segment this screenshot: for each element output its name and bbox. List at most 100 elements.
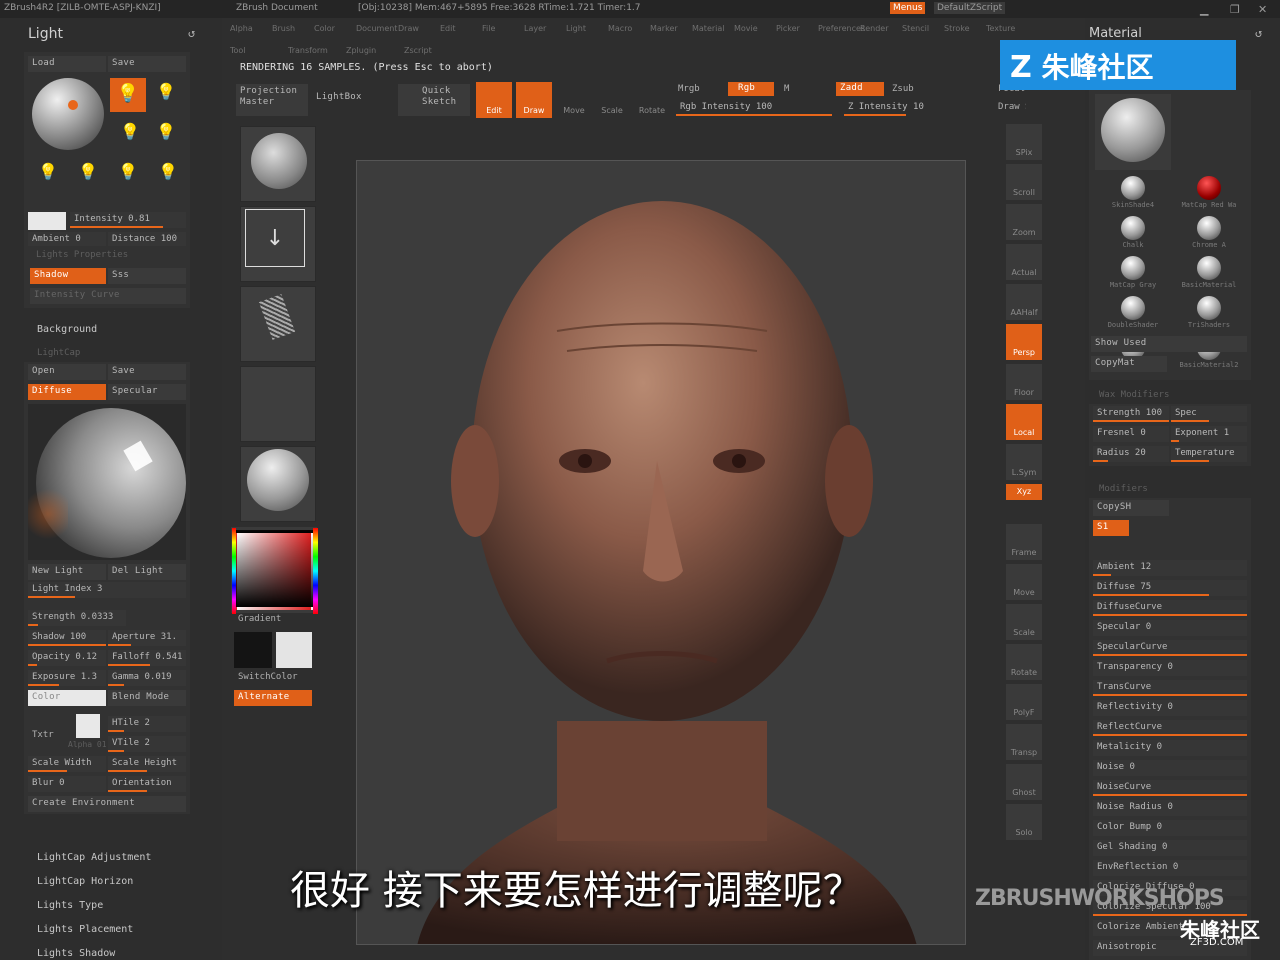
gradient-label[interactable]: Gradient	[238, 614, 281, 624]
rotate-button[interactable]: Rotate	[634, 82, 670, 118]
aperture-slider[interactable]: Aperture 31.	[108, 630, 186, 646]
modifier-color-bump-0-slider[interactable]: Color Bump 0	[1093, 820, 1247, 836]
material-item[interactable]: TriShaders	[1171, 294, 1247, 332]
move-button[interactable]: Move	[556, 82, 592, 118]
menu-preferences[interactable]: Preferences	[818, 24, 865, 33]
current-material-preview[interactable]	[1095, 94, 1171, 170]
tool-lsym-button[interactable]: L.Sym	[1006, 444, 1042, 480]
exposure-slider[interactable]: Exposure 1.3	[28, 670, 106, 686]
menu-material[interactable]: Material	[692, 24, 725, 33]
lights-properties-title[interactable]: Lights Properties	[36, 250, 128, 260]
light-bulb-2-icon[interactable]: 💡	[156, 82, 176, 101]
switchcolor-button[interactable]: SwitchColor	[238, 672, 298, 682]
light-intensity-slider[interactable]: Intensity 0.81	[70, 212, 186, 228]
strength-slider[interactable]: Strength 0.0333	[28, 610, 126, 626]
light-bulb-4-icon[interactable]: 💡	[156, 122, 176, 141]
lightcap-color-swatch[interactable]: Color	[28, 690, 106, 706]
modifier-specular-0-slider[interactable]: Specular 0	[1093, 620, 1247, 636]
zsub-button[interactable]: Zsub	[892, 84, 914, 94]
menu-file[interactable]: File	[482, 24, 495, 33]
tool-persp-button[interactable]: Persp	[1006, 324, 1042, 360]
m-button[interactable]: M	[784, 84, 789, 94]
tool-scale-button[interactable]: Scale	[1006, 604, 1042, 640]
scale-height-slider[interactable]: Scale Height	[108, 756, 186, 772]
modifier-noise-0-slider[interactable]: Noise 0	[1093, 760, 1247, 776]
sss-toggle[interactable]: Sss	[108, 268, 186, 284]
wax-spec-slider[interactable]: Spec	[1171, 406, 1247, 422]
texture-thumbnail[interactable]	[240, 366, 316, 442]
menu-transform[interactable]: Transform	[288, 46, 328, 55]
shadow-slider[interactable]: Shadow 100	[28, 630, 106, 646]
edit-button[interactable]: Edit	[476, 82, 512, 118]
material-item[interactable]: DoubleShader	[1095, 294, 1171, 332]
brush-thumbnail[interactable]	[240, 126, 316, 202]
modifier-diffuse-75-slider[interactable]: Diffuse 75	[1093, 580, 1247, 596]
secondary-color-swatch[interactable]	[276, 632, 312, 668]
orientation-slider[interactable]: Orientation	[108, 776, 186, 792]
modifier-noise-radius-0-slider[interactable]: Noise Radius 0	[1093, 800, 1247, 816]
tool-scroll-button[interactable]: Scroll	[1006, 164, 1042, 200]
menu-edit[interactable]: Edit	[440, 24, 456, 33]
gamma-slider[interactable]: Gamma 0.019	[108, 670, 186, 686]
menu-brush[interactable]: Brush	[272, 24, 295, 33]
modifier-gel-shading-0-slider[interactable]: Gel Shading 0	[1093, 840, 1247, 856]
light-preview-sphere[interactable]	[32, 78, 104, 150]
z-intensity-slider[interactable]: Z Intensity 10	[844, 100, 1000, 116]
minimize-icon[interactable]: ▁	[1200, 3, 1208, 16]
light-bulb-7-icon[interactable]: 💡	[118, 162, 138, 181]
rgb-intensity-slider[interactable]: Rgb Intensity 100	[676, 100, 832, 116]
modifier-transcurve-slider[interactable]: TransCurve	[1093, 680, 1247, 696]
scale-button[interactable]: Scale	[594, 82, 630, 118]
falloff-slider[interactable]: Falloff 0.541	[108, 650, 186, 666]
tool-local-button[interactable]: Local	[1006, 404, 1042, 440]
material-item[interactable]: MatCap Gray	[1095, 254, 1171, 292]
texture-slot[interactable]	[76, 714, 100, 738]
lightbox-button[interactable]: LightBox	[312, 90, 382, 106]
tool-xyz-button[interactable]: Xyz	[1006, 484, 1042, 500]
wax-fresnel-slider[interactable]: Fresnel 0	[1093, 426, 1169, 442]
modifier-specularcurve-slider[interactable]: SpecularCurve	[1093, 640, 1247, 656]
close-icon[interactable]: ✕	[1258, 3, 1267, 16]
quick-sketch-button[interactable]: Quick Sketch	[398, 84, 470, 116]
menu-light[interactable]: Light	[566, 24, 586, 33]
material-item[interactable]: Chalk	[1095, 214, 1171, 252]
diffuse-toggle[interactable]: Diffuse	[28, 384, 106, 400]
lights-placement-section[interactable]: Lights Placement	[37, 924, 133, 935]
wax-exponent-slider[interactable]: Exponent 1	[1171, 426, 1247, 442]
light-position-dot[interactable]	[68, 100, 78, 110]
lightcap-open-button[interactable]: Open	[28, 364, 106, 380]
menu-color[interactable]: Color	[314, 24, 335, 33]
zadd-button[interactable]: Zadd	[836, 82, 884, 96]
lights-type-section[interactable]: Lights Type	[37, 900, 103, 911]
shader-s1-button[interactable]: S1	[1093, 520, 1129, 536]
menu-layer[interactable]: Layer	[524, 24, 546, 33]
modifier-diffusecurve-slider[interactable]: DiffuseCurve	[1093, 600, 1247, 616]
light-bulb-6-icon[interactable]: 💡	[78, 162, 98, 181]
wax-temperature-slider[interactable]: Temperature	[1171, 446, 1247, 462]
tool-solo-button[interactable]: Solo	[1006, 804, 1042, 840]
lightcap-adjustment-section[interactable]: LightCap Adjustment	[37, 852, 151, 863]
light-color-swatch[interactable]	[28, 212, 66, 230]
draw-button[interactable]: Draw	[516, 82, 552, 118]
specular-toggle[interactable]: Specular	[108, 384, 186, 400]
lightcap-preview[interactable]	[28, 404, 186, 560]
menu-render[interactable]: Render	[860, 24, 888, 33]
blur-slider[interactable]: Blur 0	[28, 776, 106, 792]
material-thumbnail[interactable]	[240, 446, 316, 522]
modifier-ambient-12-slider[interactable]: Ambient 12	[1093, 560, 1247, 576]
copysh-button[interactable]: CopySH	[1093, 500, 1169, 516]
wax-radius-slider[interactable]: Radius 20	[1093, 446, 1169, 462]
tool-actual-button[interactable]: Actual	[1006, 244, 1042, 280]
light-bulb-1-icon[interactable]: 💡	[110, 78, 146, 112]
create-environment-button[interactable]: Create Environment	[28, 796, 186, 812]
menu-zscript[interactable]: Zscript	[404, 46, 432, 55]
tool-transp-button[interactable]: Transp	[1006, 724, 1042, 760]
main-color-swatch[interactable]	[234, 632, 272, 668]
draw-size-slider[interactable]: Draw Si	[998, 102, 1026, 112]
mrgb-button[interactable]: Mrgb	[678, 84, 700, 94]
menu-stencil[interactable]: Stencil	[902, 24, 929, 33]
vtile-slider[interactable]: VTile 2	[108, 736, 186, 752]
modifier-reflectcurve-slider[interactable]: ReflectCurve	[1093, 720, 1247, 736]
restore-icon[interactable]: ❐	[1230, 3, 1240, 16]
shadow-toggle[interactable]: Shadow	[30, 268, 106, 284]
